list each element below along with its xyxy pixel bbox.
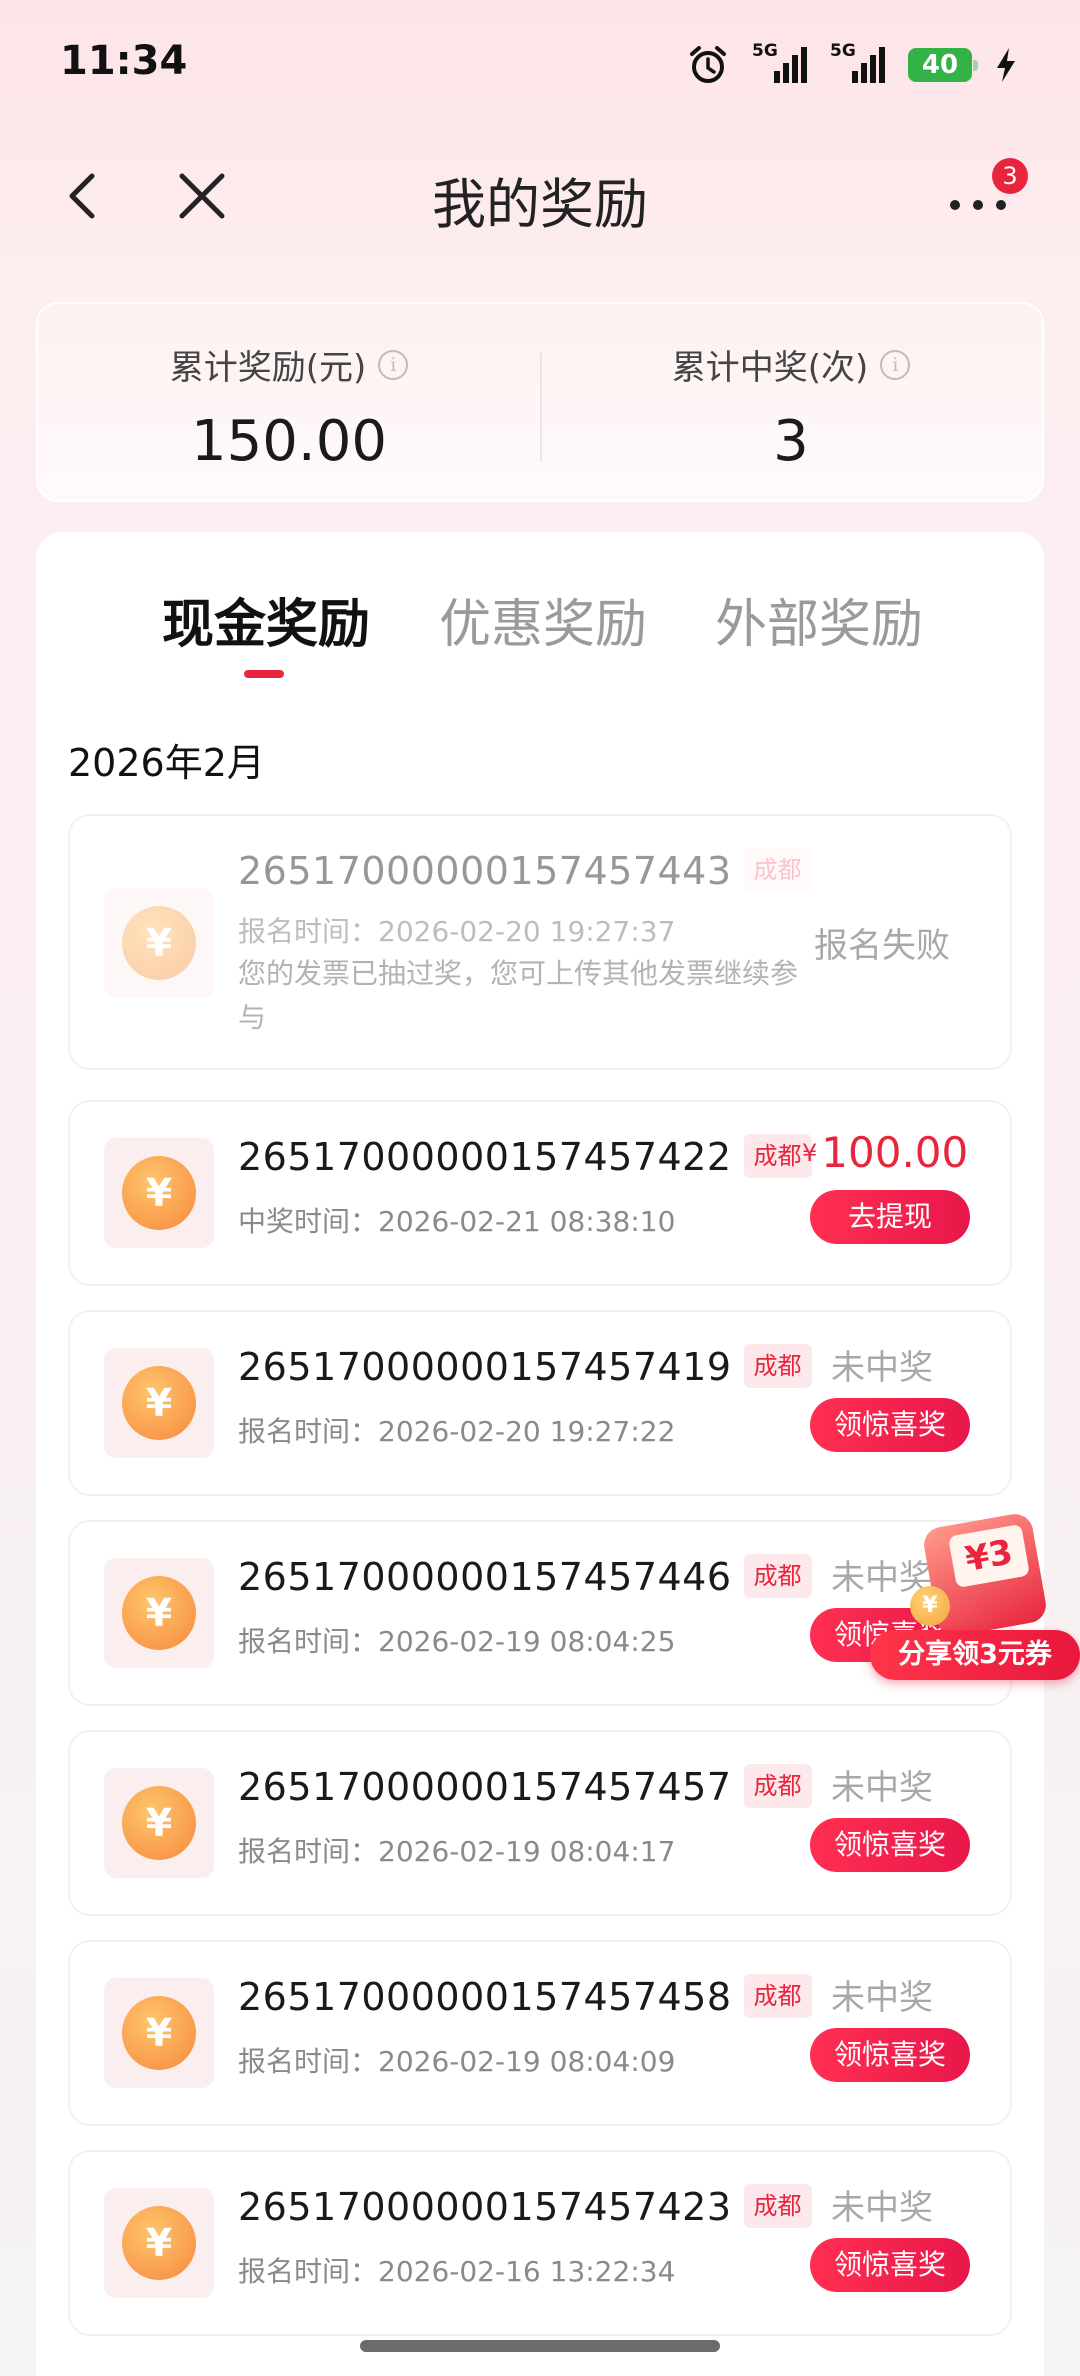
invoice-number: 26517000000157457423 成都	[238, 2184, 812, 2229]
list-item[interactable]: ¥ 26517000000157457422 成都 中奖时间：2026-02-21…	[68, 1100, 1012, 1286]
status-text: 未中奖	[831, 1768, 933, 1808]
info-icon[interactable]: i	[880, 349, 911, 380]
status-text: 未中奖	[831, 1348, 933, 1388]
reward-tabs: 现金奖励 优惠奖励 外部奖励	[36, 582, 1044, 672]
claim-surprise-button[interactable]: 领惊喜奖	[810, 1818, 970, 1872]
tab-discount-reward[interactable]: 优惠奖励	[439, 582, 647, 657]
signup-time: 报名时间：2026-02-20 19:27:22	[238, 1415, 676, 1448]
list-item[interactable]: ¥ 26517000000157457457 成都 报名时间：2026-02-19…	[68, 1730, 1012, 1916]
total-wins-stat: 累计中奖(次) i 3	[540, 304, 1042, 500]
invoice-number: 26517000000157457443 成都	[238, 848, 812, 893]
win-time: 中奖时间：2026-02-21 08:38:10	[238, 1205, 676, 1238]
month-header: 2026年2月	[68, 741, 265, 785]
invoice-number: 26517000000157457457 成都	[238, 1764, 812, 1809]
signup-time: 报名时间：2026-02-19 08:04:25	[238, 1625, 676, 1658]
invoice-number: 26517000000157457419 成都	[238, 1344, 812, 1389]
coin-icon: ¥	[104, 2188, 214, 2298]
share-coupon-promo[interactable]: ¥3 ¥ 分享领3元券	[870, 1511, 1080, 1685]
notification-badge: 3	[992, 158, 1028, 194]
invoice-number: 26517000000157457422 成都	[238, 1134, 812, 1179]
coin-icon: ¥	[104, 1348, 214, 1458]
list-item[interactable]: ¥ 26517000000157457443 成都 报名时间：2026-02-20…	[68, 814, 1012, 1070]
more-button[interactable]: 3	[944, 158, 1028, 230]
claim-surprise-button[interactable]: 领惊喜奖	[810, 2238, 970, 2292]
list-item[interactable]: ¥ 26517000000157457423 成都 报名时间：2026-02-16…	[68, 2150, 1012, 2336]
coin-icon: ¥	[104, 888, 214, 998]
signup-time: 报名时间：2026-02-19 08:04:09	[238, 2045, 676, 2078]
more-icon	[950, 200, 1006, 210]
summary-card: 累计奖励(元) i 150.00 累计中奖(次) i 3	[36, 302, 1044, 502]
coin-icon: ¥	[910, 1586, 950, 1626]
signal-icon: 5G	[752, 41, 808, 85]
claim-surprise-button[interactable]: 领惊喜奖	[810, 1398, 970, 1452]
total-wins-label: 累计中奖(次)	[671, 348, 869, 388]
invoice-number: 26517000000157457446 成都	[238, 1554, 812, 1599]
withdraw-button[interactable]: 去提现	[810, 1190, 970, 1244]
coin-icon: ¥	[104, 1978, 214, 2088]
status-text: 未中奖	[831, 1978, 933, 2018]
charging-icon	[994, 46, 1018, 84]
status-bar: 11:34 5G 5G 40	[0, 0, 1080, 130]
alarm-icon	[686, 43, 730, 87]
signup-time: 报名时间：2026-02-16 13:22:34	[238, 2255, 676, 2288]
signal-icon-2: 5G	[830, 41, 886, 85]
claim-surprise-button[interactable]: 领惊喜奖	[810, 2028, 970, 2082]
info-icon[interactable]: i	[378, 349, 409, 380]
signup-time: 报名时间：2026-02-19 08:04:17	[238, 1835, 676, 1868]
tab-external-reward[interactable]: 外部奖励	[715, 582, 923, 657]
status-icons: 5G 5G 40	[686, 40, 1018, 90]
share-promo-label: 分享领3元券	[870, 1630, 1080, 1680]
failure-note: 您的发票已抽过奖，您可上传其他发票继续参与	[238, 957, 799, 1034]
active-tab-indicator	[244, 670, 284, 678]
coin-icon: ¥	[104, 1768, 214, 1878]
total-reward-label: 累计奖励(元)	[169, 348, 367, 388]
status-time: 11:34	[60, 38, 188, 84]
list-item[interactable]: ¥ 26517000000157457458 成都 报名时间：2026-02-19…	[68, 1940, 1012, 2126]
coin-icon: ¥	[104, 1138, 214, 1248]
total-reward-value: 150.00	[191, 409, 387, 474]
city-tag: 成都	[743, 848, 812, 892]
total-wins-value: 3	[773, 409, 809, 474]
win-amount: ¥100.00	[802, 1128, 969, 1177]
tab-cash-reward[interactable]: 现金奖励	[162, 582, 370, 657]
nav-bar: 我的奖励 3	[0, 130, 1080, 260]
status-text: 报名失败	[814, 926, 950, 966]
page-title: 我的奖励	[432, 173, 648, 236]
battery-icon: 40	[908, 48, 978, 82]
signup-time: 报名时间：2026-02-20 19:27:37	[238, 915, 676, 948]
rewards-panel: 现金奖励 优惠奖励 外部奖励 2026年2月 ¥ 265170000001574…	[36, 532, 1044, 2376]
home-indicator[interactable]	[360, 2340, 720, 2352]
status-text: 未中奖	[831, 2188, 933, 2228]
invoice-number: 26517000000157457458 成都	[238, 1974, 812, 2019]
list-item[interactable]: ¥ 26517000000157457419 成都 报名时间：2026-02-20…	[68, 1310, 1012, 1496]
coin-icon: ¥	[104, 1558, 214, 1668]
total-reward-stat: 累计奖励(元) i 150.00	[38, 304, 540, 500]
